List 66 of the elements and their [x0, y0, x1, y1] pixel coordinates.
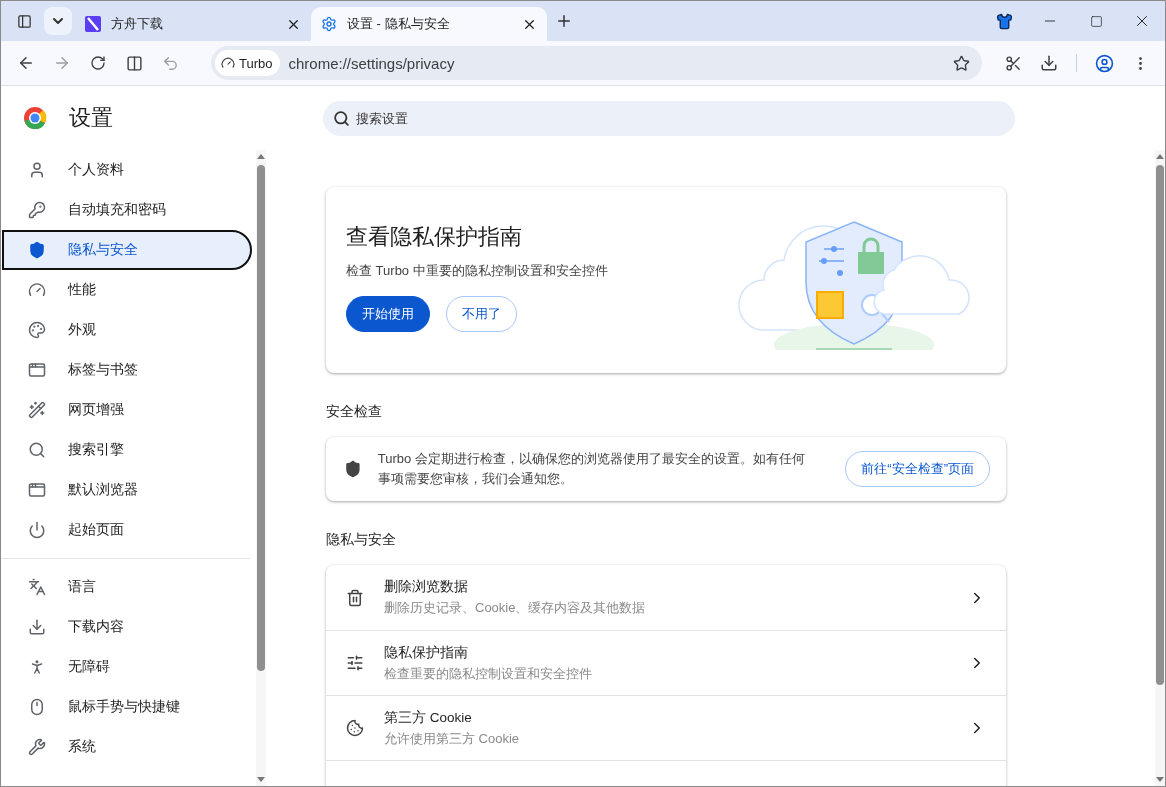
sidebar-item[interactable]: 无障碍 — [2, 647, 252, 687]
cookie-icon — [346, 719, 364, 737]
search-field[interactable]: 搜索设置 — [323, 100, 1015, 136]
sidebar-item[interactable]: 起始页面 — [2, 510, 252, 550]
wrench-icon — [28, 738, 46, 756]
section-heading: 隐私与安全 — [326, 530, 397, 549]
card-description: 检查 Turbo 中重要的隐私控制设置和安全控件 — [346, 262, 609, 280]
turbo-badge[interactable]: Turbo — [215, 50, 281, 76]
row-subtitle: 允许使用第三方 Cookie — [384, 729, 521, 748]
sidebar-item[interactable]: 个人资料 — [2, 150, 252, 190]
browser-logo-icon — [23, 106, 47, 130]
power-icon — [28, 521, 46, 539]
tab-title: 方舟下载 — [111, 15, 164, 33]
app-logo-icon — [85, 16, 101, 32]
row-title: 第三方 Cookie — [384, 708, 473, 727]
settings-row[interactable]: 隐私保护指南 检查重要的隐私控制设置和安全控件 — [326, 630, 1006, 695]
address-bar[interactable]: Turbo chrome://settings/privacy — [211, 46, 982, 80]
shield-icon — [28, 241, 46, 259]
search-icon — [28, 441, 46, 459]
gear-icon — [321, 16, 337, 32]
key-icon — [28, 201, 46, 219]
mouse-icon — [28, 698, 46, 716]
sidebar-item[interactable]: 外观 — [2, 310, 252, 350]
sidebar-item[interactable]: 下载内容 — [2, 607, 252, 647]
browser-tab[interactable]: 设置 - 隐私与安全 — [311, 7, 547, 41]
start-button[interactable]: 开始使用 — [346, 296, 430, 332]
row-title: 隐私保护指南 — [384, 643, 469, 662]
sidebar-item[interactable]: 标签与书签 — [2, 350, 252, 390]
settings-row[interactable]: 第三方 Cookie 允许使用第三方 Cookie — [326, 695, 1006, 760]
download-icon — [28, 618, 46, 636]
sidebar-item[interactable]: 网页增强 — [2, 390, 252, 430]
sidebar-item[interactable]: 鼠标手势与快捷键 — [2, 687, 252, 727]
safety-check-text: Turbo 会定期进行检查，以确保您的浏览器使用了最安全的设置。如有任何事项需要您审核，我们会通知您。 — [377, 450, 806, 488]
safety-check-button[interactable]: 前往“安全检查”页面 — [845, 451, 990, 487]
url-text: chrome://settings/privacy — [288, 54, 456, 72]
magic-wand-icon — [28, 401, 46, 419]
sidebar-item[interactable]: 语言 — [2, 567, 252, 607]
row-subtitle: 删除历史记录、Cookie、缓存内容及其他数据 — [384, 599, 647, 617]
shield-icon — [344, 460, 362, 478]
dismiss-button[interactable]: 不用了 — [446, 296, 517, 332]
row-title: 删除浏览数据 — [384, 578, 469, 596]
trash-icon — [346, 588, 364, 607]
card-title: 查看隐私保护指南 — [346, 223, 523, 251]
sliders-icon — [346, 654, 364, 672]
browser-tab[interactable]: 方舟下载 — [75, 7, 311, 41]
search-icon — [333, 109, 350, 127]
sidebar-item[interactable]: 默认浏览器 — [2, 470, 252, 510]
palette-icon — [28, 321, 46, 339]
gauge-icon — [28, 281, 46, 299]
sidebar-item[interactable]: 搜索引擎 — [2, 430, 252, 470]
tab-title: 设置 - 隐私与安全 — [347, 15, 451, 33]
window-icon — [28, 361, 46, 379]
person-icon — [28, 161, 46, 179]
sidebar-item[interactable]: 系统 — [2, 727, 252, 767]
scrollbar[interactable] — [1155, 150, 1165, 786]
translate-icon — [28, 578, 46, 596]
tab-search-button[interactable] — [44, 7, 72, 35]
settings-row[interactable]: 删除浏览数据 删除历史记录、Cookie、缓存内容及其他数据 — [326, 565, 1006, 630]
browser-window-icon — [28, 481, 46, 499]
sidebar-item[interactable]: 性能 — [2, 270, 252, 310]
section-heading: 安全检查 — [326, 402, 383, 421]
page-title: 设置 — [69, 104, 113, 132]
sidebar-item[interactable]: 隐私与安全 — [2, 230, 252, 270]
row-subtitle: 检查重要的隐私控制设置和安全控件 — [384, 664, 593, 683]
sidebar-item[interactable]: 自动填充和密码 — [2, 190, 252, 230]
scrollbar[interactable] — [256, 150, 266, 786]
